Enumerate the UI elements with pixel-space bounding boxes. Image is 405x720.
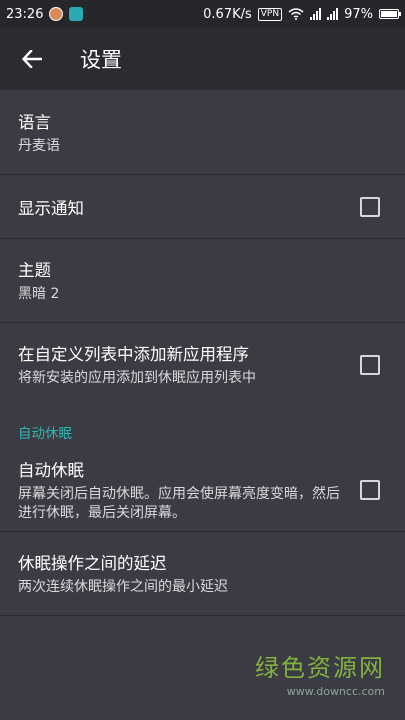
settings-list: 语言 丹麦语 显示通知 主题 黑暗 2 在自定义列表中添加新应用程序 将新安装的… — [0, 90, 405, 616]
back-button[interactable] — [18, 45, 46, 73]
auto-sleep-checkbox[interactable] — [360, 479, 380, 500]
setting-title: 显示通知 — [18, 198, 84, 218]
setting-summary: 黑暗 2 — [18, 286, 60, 302]
setting-title: 在自定义列表中添加新应用程序 — [18, 345, 249, 364]
wifi-icon — [288, 8, 304, 20]
status-time: 23:26 — [6, 6, 44, 22]
app-bar: 设置 — [0, 28, 405, 90]
battery-icon — [379, 9, 401, 19]
battery-percent: 97% — [344, 6, 373, 22]
app-notification-icon-2 — [69, 7, 84, 21]
setting-auto-sleep[interactable]: 自动休眠 屏幕关闭后自动休眠。应用会使屏幕亮度变暗，然后进行休眠，最后关闭屏幕。 — [0, 448, 405, 532]
watermark: 绿色资源网 www.downcc.com — [255, 648, 385, 698]
add-new-apps-checkbox[interactable] — [360, 354, 380, 375]
page-title: 设置 — [80, 48, 122, 72]
setting-language[interactable]: 语言 丹麦语 — [0, 90, 405, 175]
watermark-text: 绿色资源网 — [255, 654, 385, 682]
setting-summary: 屏幕关闭后自动休眠。应用会使屏幕亮度变暗，然后进行休眠，最后关闭屏幕。 — [18, 485, 340, 521]
setting-title: 主题 — [18, 261, 51, 280]
app-notification-icon — [49, 7, 64, 21]
setting-title: 语言 — [18, 112, 51, 132]
status-bar: 23:26 0.67K/s VPN 97% — [0, 0, 405, 28]
vpn-icon: VPN — [257, 7, 283, 21]
setting-title: 休眠操作之间的延迟 — [18, 554, 167, 573]
setting-sleep-delay[interactable]: 休眠操作之间的延迟 两次连续休眠操作之间的最小延迟 — [0, 532, 405, 616]
section-header-auto-sleep: 自动休眠 — [18, 426, 72, 442]
setting-show-notification[interactable]: 显示通知 — [0, 175, 405, 239]
setting-summary: 将新安装的应用添加到休眠应用列表中 — [18, 370, 256, 386]
setting-add-new-apps[interactable]: 在自定义列表中添加新应用程序 将新安装的应用添加到休眠应用列表中 — [0, 323, 405, 406]
setting-summary: 两次连续休眠操作之间的最小延迟 — [18, 579, 228, 595]
signal-icon-2 — [327, 8, 339, 20]
show-notification-checkbox[interactable] — [360, 196, 380, 217]
signal-icon — [310, 8, 322, 20]
watermark-url: www.downcc.com — [286, 685, 385, 698]
network-speed: 0.67K/s — [203, 6, 252, 22]
setting-title: 自动休眠 — [18, 460, 84, 480]
setting-summary: 丹麦语 — [18, 137, 60, 154]
back-arrow-icon — [22, 50, 42, 68]
setting-theme[interactable]: 主题 黑暗 2 — [0, 239, 405, 323]
